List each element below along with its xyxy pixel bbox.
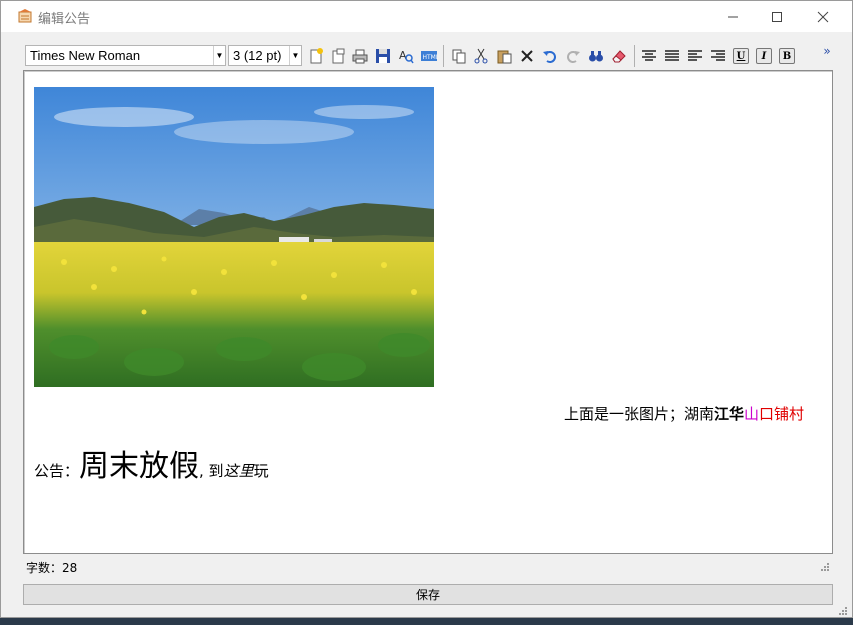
align-left-button[interactable] [685,46,705,66]
html-source-button[interactable]: HTML [419,46,439,66]
floppy-icon [376,49,390,63]
binoculars-icon [589,51,603,62]
delete-x-icon [521,50,533,62]
close-button[interactable] [800,1,846,32]
align-center-button[interactable] [639,46,659,66]
paste-button[interactable] [494,46,514,66]
toolbar-separator [634,45,635,67]
rich-text-editor[interactable]: 上面是一张图片；湖南江华山口铺村 公告：周末放假, 到这里玩 [23,70,833,554]
notice-middle: , 到 [199,462,224,480]
font-name-value: Times New Roman [30,48,141,63]
notice-paragraph: 公告：周末放假, 到这里玩 [34,441,269,485]
chevron-down-icon: ▼ [289,46,301,65]
word-count: 字数：28 [26,561,78,575]
bold-button[interactable]: B [777,46,797,66]
notice-italic: 这里 [223,462,254,480]
caption-bold-text: 江华 [713,405,744,423]
paste-icon [497,50,512,64]
caption-text: 上面是一张图片；湖南 [563,405,714,423]
find-text-icon: A [399,49,414,64]
notice-headline: 周末放假 [79,449,200,484]
notice-suffix: 玩 [253,462,269,480]
redo-button[interactable] [563,46,583,66]
redo-icon [567,51,580,63]
eraser-icon [612,50,626,63]
toolbar-overflow-button[interactable]: » [817,41,837,61]
printer-icon [352,49,368,64]
image-caption: 上面是一张图片；湖南江华山口铺村 [564,403,804,424]
align-right-button[interactable] [708,46,728,66]
italic-icon: I [756,48,772,64]
align-right-icon [711,50,725,61]
title-bar: 编辑公告 [1,1,852,32]
chevrons-right-icon: » [823,44,831,58]
bold-icon: B [779,48,795,64]
chevron-down-icon: ▼ [213,46,225,65]
format-toolbar: Times New Roman ▼ 3 (12 pt) ▼ A HTML U I… [23,43,833,69]
svg-text:HTML: HTML [423,54,439,61]
align-justify-icon [665,50,679,61]
minimize-button[interactable] [710,1,756,32]
window-resize-grip-icon[interactable] [839,607,847,615]
new-document-button[interactable] [306,46,326,66]
undo-button[interactable] [540,46,560,66]
print-button[interactable] [350,46,370,66]
toolbar-separator [443,45,444,67]
open-file-button[interactable] [328,46,348,66]
clear-format-button[interactable] [609,46,629,66]
close-icon [817,11,829,22]
html-icon: HTML [421,51,439,61]
app-icon [18,9,32,23]
minimize-icon [728,16,738,17]
notice-prefix: 公告： [34,462,80,480]
caption-red-text: 口铺村 [758,405,804,423]
svg-text:A: A [399,49,407,62]
open-file-icon [332,48,345,64]
align-left-icon [688,50,702,61]
copy-icon [452,49,466,64]
caption-magenta-text: 山 [743,405,759,423]
underline-button[interactable]: U [731,46,751,66]
editor-window: 编辑公告 Times New Roman ▼ 3 (12 pt) ▼ A HTM… [0,0,853,618]
copy-button[interactable] [449,46,469,66]
maximize-icon [772,11,782,22]
search-button[interactable] [586,46,606,66]
window-title: 编辑公告 [38,12,91,27]
delete-button[interactable] [517,46,537,66]
font-size-select[interactable]: 3 (12 pt) ▼ [228,45,302,66]
undo-icon [543,51,556,63]
cut-button[interactable] [471,46,491,66]
landscape-photo [34,87,434,387]
find-replace-button[interactable]: A [396,46,416,66]
new-document-icon [310,48,323,64]
italic-button[interactable]: I [754,46,774,66]
align-justify-button[interactable] [662,46,682,66]
maximize-button[interactable] [754,1,800,32]
resize-grip-icon[interactable] [821,563,829,571]
save-file-button[interactable] [373,46,393,66]
underline-icon: U [733,48,749,64]
align-center-icon [642,50,656,61]
font-size-value: 3 (12 pt) [233,48,282,63]
scissors-icon [474,48,488,64]
font-name-select[interactable]: Times New Roman ▼ [25,45,226,66]
save-button[interactable]: 保存 [23,584,833,605]
